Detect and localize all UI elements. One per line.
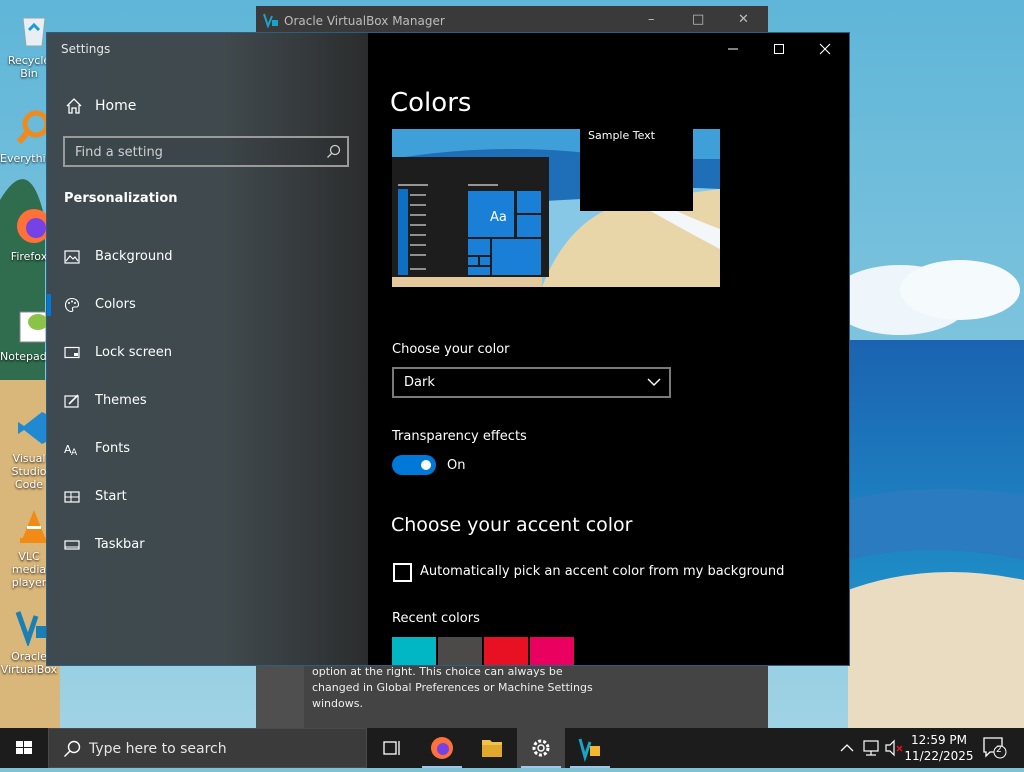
notification-icon [983,737,1007,759]
volume-muted-icon[interactable] [884,739,904,757]
taskbar: Type here to search 12:59 PM 11/22/2025 … [0,728,1024,768]
nav-item-themes[interactable]: Themes [47,384,368,418]
background-icon [64,250,80,264]
nav-item-label: Themes [95,393,147,408]
virtualbox-icon [578,738,600,763]
close-icon [819,43,831,55]
svg-text:A: A [71,448,78,457]
search-icon[interactable] [326,144,341,159]
nav-item-label: Lock screen [95,345,172,360]
taskbar-icon [64,540,80,550]
windows-logo-icon [16,741,32,754]
transparency-toggle[interactable] [392,455,436,475]
maximize-icon [774,44,784,54]
app-title: Settings [61,42,111,56]
section-heading: Personalization [64,191,178,206]
nav-item-colors[interactable]: Colors [47,288,368,322]
accent-color-heading: Choose your accent color [391,514,633,536]
find-setting-search-box[interactable] [63,136,349,167]
firefox-icon [431,737,453,759]
details-text: option at the right. This choice can alw… [312,665,593,710]
settings-content: Colors Aa Sample Text Choose your color … [368,33,849,665]
fonts-icon: A A [64,443,78,457]
maximize-button[interactable]: □ [692,12,704,27]
taskbar-search-box[interactable]: Type here to search [48,728,367,768]
choose-color-dropdown[interactable]: Dark [392,367,671,398]
nav-item-label: Taskbar [95,537,145,552]
settings-window[interactable]: Settings Home Personalization Background [47,33,849,665]
search-icon [63,740,81,758]
taskbar-virtualbox[interactable] [566,728,614,768]
colors-palette-icon [64,297,80,313]
dropdown-value: Dark [404,375,435,390]
nav-item-lock-screen[interactable]: Lock screen [47,336,368,370]
transparency-label: Transparency effects [392,429,527,444]
lock-screen-icon [64,346,80,359]
chevron-up-icon[interactable] [838,740,856,756]
toggle-knob [421,460,431,470]
nav-item-start[interactable]: Start [47,480,368,514]
preview-tile-text: Aa [490,210,507,225]
auto-accent-checkbox[interactable] [393,563,412,582]
minimize-button[interactable] [710,33,756,65]
taskbar-file-explorer[interactable] [468,728,516,768]
nav-item-label: Fonts [95,441,131,456]
details-pane: option at the right. This choice can alw… [256,662,768,728]
page-title: Colors [390,88,472,118]
nav-item-background[interactable]: Background [47,240,368,274]
virtualbox-icon [263,13,278,28]
close-button[interactable] [802,33,848,65]
themes-icon [64,394,79,408]
clock-time: 12:59 PM [911,733,967,747]
nav-item-label: Background [95,249,173,264]
taskbar-firefox[interactable] [418,728,466,768]
nav-home[interactable]: Home [47,91,368,121]
network-icon[interactable] [861,739,881,757]
recent-colors-label: Recent colors [392,611,480,626]
start-button[interactable] [0,728,48,768]
taskbar-settings[interactable] [517,728,565,768]
minimize-icon [728,48,738,50]
nav-item-fonts[interactable]: A A Fonts [47,432,368,466]
maximize-button[interactable] [756,33,802,65]
task-view-button[interactable] [368,728,416,768]
chevron-down-icon [647,378,661,386]
taskbar-search-placeholder: Type here to search [89,741,227,757]
nav-item-label: Colors [95,297,136,312]
choose-color-label: Choose your color [392,342,510,357]
action-center-button[interactable]: 2 [980,734,1010,762]
settings-sidebar: Settings Home Personalization Background [47,33,368,665]
auto-accent-label[interactable]: Automatically pick an accent color from … [420,564,784,579]
recent-color-swatch[interactable] [484,637,528,665]
home-icon [66,98,82,114]
nav-item-taskbar[interactable]: Taskbar [47,528,368,562]
recent-color-swatch[interactable] [530,637,574,665]
close-button[interactable]: ✕ [738,12,749,27]
system-clock[interactable]: 12:59 PM 11/22/2025 [904,732,974,764]
clock-date: 11/22/2025 [904,749,974,763]
task-view-icon [383,741,400,755]
toggle-state-text: On [447,458,466,473]
notification-count: 2 [996,745,1002,755]
window-title: Oracle VirtualBox Manager [284,14,445,28]
theme-preview: Aa Sample Text [392,129,720,287]
recent-color-swatch[interactable] [438,637,482,665]
start-icon [64,491,80,503]
preview-sample-text: Sample Text [588,129,656,142]
search-input[interactable] [65,138,327,167]
title-bar[interactable]: Oracle VirtualBox Manager – □ ✕ [256,6,768,36]
gear-icon [532,739,550,757]
nav-home-label: Home [95,98,137,114]
minimize-button[interactable]: – [648,12,655,27]
recent-color-swatch[interactable] [392,637,436,665]
nav-item-label: Start [95,489,127,504]
file-explorer-icon [482,740,502,757]
